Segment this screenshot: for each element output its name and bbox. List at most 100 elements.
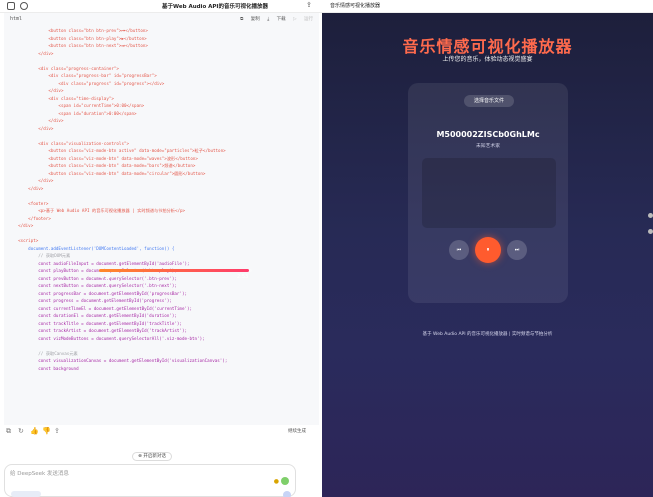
code-token: <button class="btn btn-play">▶</button> — [8, 35, 147, 41]
sidebar-toggle-icon[interactable] — [7, 2, 15, 10]
share-icon[interactable]: ⇪ — [306, 1, 312, 9]
code-token: <button class="btn btn-next">⏭</button> — [8, 43, 148, 48]
download-label: 下载 — [276, 17, 286, 22]
code-line: </div> — [8, 117, 315, 125]
track-title: M500002ZISCb0GhLMc — [436, 130, 540, 139]
new-chat-icon[interactable] — [20, 2, 28, 10]
choose-file-button[interactable]: 选择音乐文件 — [464, 95, 514, 107]
code-line: </div> — [8, 177, 315, 185]
refresh-icon[interactable]: ↻ — [18, 427, 24, 435]
code-line: </div> — [8, 87, 315, 95]
code-token: document.addEventListener('DOMContentLoa… — [8, 245, 175, 251]
code-line: <div class="progress" id="progress"></di… — [8, 80, 315, 88]
attach-icon[interactable] — [283, 491, 291, 497]
chat-title: 基于Web Audio API的音乐可视化播放器 — [162, 4, 268, 10]
copy-button[interactable]: ⧉ 复制 — [240, 17, 260, 22]
visualization-canvas — [422, 158, 556, 228]
track-artist: 未知艺术家 — [476, 144, 500, 149]
deep-think-toggle[interactable] — [11, 491, 41, 497]
code-line: const currentTimeEl = document.getElemen… — [8, 305, 315, 313]
bulb-icon[interactable]: ● — [274, 478, 279, 485]
send-icon[interactable] — [281, 477, 289, 485]
run-button[interactable]: ▷ 运行 — [293, 17, 313, 22]
code-actions: ⧉ 复制 ⤓ 下载 ▷ 运行 — [234, 16, 313, 22]
code-token: <div class="time-display"> — [8, 95, 114, 101]
code-token: </div> — [8, 88, 64, 93]
code-token: <button class="btn btn-prev">⏮</button> — [8, 28, 148, 33]
code-line: // 获取Canvas元素 — [8, 350, 315, 358]
prev-button[interactable]: ⏮ — [449, 240, 469, 260]
code-block: html ⧉ 复制 ⤓ 下载 ▷ 运行 <button class="btn b… — [4, 13, 319, 425]
code-token: </div> — [8, 185, 44, 191]
download-button[interactable]: ⤓ 下载 — [267, 17, 285, 22]
code-token: </div> — [8, 223, 34, 228]
code-line: const durationEl = document.getElementBy… — [8, 312, 315, 320]
message-actions: ⧉ ↻ 👍 👎 ⇪ 继续生成 — [6, 427, 306, 437]
play-pause-button[interactable]: ⏸ — [475, 237, 501, 263]
code-token: </div> — [8, 50, 54, 56]
code-token: const background — [8, 365, 79, 371]
code-line: const nextButton = document.querySelecto… — [8, 282, 315, 290]
run-label: 运行 — [304, 17, 313, 22]
next-icon: ⏭ — [514, 247, 520, 253]
code-token: <span id="currentTime">0:00</span> — [8, 103, 145, 108]
share-message-icon[interactable]: ⇪ — [54, 427, 60, 435]
code-language-label: html — [10, 16, 23, 22]
code-token: </div> — [8, 118, 64, 123]
pause-icon: ⏸ — [486, 246, 490, 253]
code-line: </div> — [8, 222, 315, 230]
code-token: <div class="visualization-controls"> — [8, 140, 130, 146]
code-token: <button class="viz-mode-btn" data-mode="… — [8, 163, 196, 168]
code-token: const vizModeButtons = document.querySel… — [8, 335, 205, 341]
code-token: // 获取DOM元素 — [8, 253, 71, 258]
message-input-placeholder: 给 DeepSeek 发送消息 — [10, 471, 69, 477]
code-line: <button class="viz-mode-btn active" data… — [8, 147, 315, 155]
preview-tab-title: 音乐情感可视化播放器 — [330, 3, 381, 9]
current-time: 2:45 — [100, 274, 112, 280]
code-token: <p>基于 Web Audio API 的音乐可视化播放器 | 实时频谱与节拍分… — [8, 208, 186, 213]
code-line: document.addEventListener('DOMContentLoa… — [8, 245, 315, 253]
code-line: <script> — [8, 237, 315, 245]
continue-generate-button[interactable]: 继续生成 — [288, 428, 306, 434]
code-token: </footer> — [8, 215, 51, 221]
code-line: <button class="btn btn-play">▶</button> — [8, 35, 315, 43]
code-token: const trackArtist = document.getElementB… — [8, 328, 187, 333]
message-input-box[interactable]: 给 DeepSeek 发送消息 ● — [4, 464, 296, 497]
player-card: 选择音乐文件 M500002ZISCb0GhLMc 未知艺术家 ⏮ ⏸ ⏭ — [408, 83, 568, 303]
code-line: const progress = document.getElementById… — [8, 297, 315, 305]
player-subtitle: 上传您的音乐，体验动态视觉盛宴 — [442, 56, 533, 63]
code-line: <button class="viz-mode-btn" data-mode="… — [8, 162, 315, 170]
code-token: </div> — [8, 125, 54, 131]
code-token: const nextButton = document.querySelecto… — [8, 283, 177, 288]
code-token: const progress = document.getElementById… — [8, 298, 172, 303]
code-token: const currentTimeEl = document.getElemen… — [8, 305, 193, 311]
progress-bar[interactable] — [99, 269, 252, 272]
progress-fill — [99, 269, 249, 272]
code-line: </div> — [8, 50, 315, 58]
code-token: </div> — [8, 178, 54, 183]
next-button[interactable]: ⏭ — [507, 240, 527, 260]
code-line: </footer> — [8, 215, 315, 223]
code-token: <div class="progress" id="progress"></di… — [8, 80, 165, 86]
code-line: <span id="currentTime">0:00</span> — [8, 102, 315, 110]
code-line: const vizModeButtons = document.querySel… — [8, 335, 315, 343]
code-line: <button class="viz-mode-btn" data-mode="… — [8, 170, 315, 178]
code-token: <span id="duration">0:00</span> — [8, 110, 137, 116]
code-token: <button class="viz-mode-btn" data-mode="… — [8, 170, 206, 176]
prev-icon: ⏮ — [456, 247, 462, 253]
thumb-up-icon[interactable]: 👍 — [30, 427, 39, 435]
code-line: const background — [8, 365, 315, 373]
code-line: <div class="progress-bar" id="progressBa… — [8, 72, 315, 80]
code-token: <div class="progress-container"> — [8, 65, 119, 71]
code-token: const durationEl = document.getElementBy… — [8, 313, 177, 318]
code-line: const trackTitle = document.getElementBy… — [8, 320, 315, 328]
new-chat-button[interactable]: ⊕ 开启新对话 — [132, 452, 172, 461]
code-line: // 获取DOM元素 — [8, 252, 315, 260]
thumb-down-icon[interactable]: 👎 — [42, 427, 51, 435]
code-line: const prevButton = document.querySelecto… — [8, 275, 315, 283]
copy-label: 复制 — [250, 17, 260, 22]
code-line: const visualizationCanvas = document.get… — [8, 357, 315, 365]
copy-message-icon[interactable]: ⧉ — [6, 427, 11, 436]
